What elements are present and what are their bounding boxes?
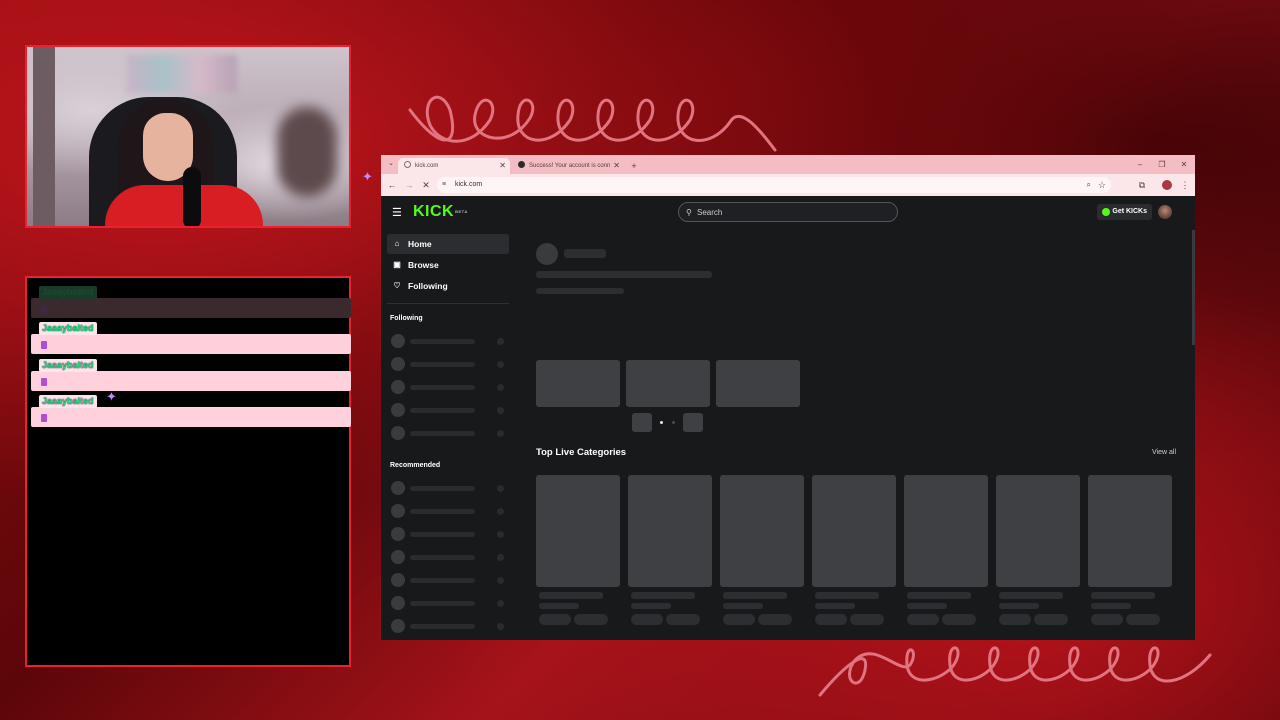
- search-input[interactable]: ⚲ Search: [678, 202, 898, 222]
- recommended-skeleton-row: [391, 550, 509, 564]
- site-info-icon[interactable]: ≡: [442, 181, 450, 189]
- recommended-skeleton-row: [391, 596, 509, 610]
- carousel-dot[interactable]: [672, 421, 675, 424]
- following-heading: Following: [390, 315, 423, 322]
- recommended-skeleton-row: [391, 504, 509, 518]
- sidebar: ⌂ Home ▣ Browse ♡ Following Following Re…: [381, 230, 513, 640]
- recommended-skeleton-row: [391, 573, 509, 587]
- following-skeleton-row: [391, 380, 509, 394]
- carousel-card-skeleton: [536, 360, 620, 407]
- featured-title-skeleton: [564, 249, 606, 258]
- webcam-feed: [25, 45, 351, 228]
- following-skeleton-row: [391, 357, 509, 371]
- sparkle-icon: ✦: [106, 389, 117, 404]
- tab-kick[interactable]: kick.com ✕: [398, 158, 510, 174]
- main-content: Top Live Categories View all: [536, 230, 1176, 640]
- kick-page: ☰ KICKBETA ⚲ Search Get KICKs ⌂ Home ▣ B…: [381, 196, 1195, 640]
- carousel-card-skeleton: [626, 360, 710, 407]
- top-live-categories-title: Top Live Categories: [536, 447, 627, 458]
- heart-icon: ♡: [393, 281, 401, 290]
- recommended-skeleton-row: [391, 527, 509, 541]
- carousel-card-skeleton: [716, 360, 800, 407]
- following-skeleton-row: [391, 403, 509, 417]
- user-avatar[interactable]: [1158, 205, 1172, 219]
- following-skeleton-row: [391, 334, 509, 348]
- carousel-next-button[interactable]: [683, 413, 703, 432]
- back-button[interactable]: ←: [386, 179, 398, 191]
- carousel-dot-active[interactable]: [660, 421, 663, 424]
- page-scrollbar[interactable]: [1192, 230, 1195, 345]
- recommended-heading: Recommended: [390, 462, 441, 469]
- featured-line-skeleton: [536, 288, 624, 294]
- tab-title: Success! Your account is conn: [529, 163, 611, 169]
- profile-avatar-icon[interactable]: [1162, 180, 1172, 190]
- home-icon: ⌂: [394, 239, 400, 248]
- chat-message: [31, 371, 351, 391]
- search-icon: ⚲: [686, 208, 692, 217]
- microphone: [183, 167, 201, 226]
- loading-icon: [404, 161, 411, 169]
- chat-username: Jaaaybaited: [39, 359, 97, 372]
- browse-icon: ▣: [393, 260, 401, 269]
- view-all-link[interactable]: View all: [1152, 448, 1176, 458]
- chat-overlay: Jaaaybaited Jaaaybaited Jaaaybaited Jaaa…: [25, 276, 351, 667]
- sparkle-icon: ✦: [362, 169, 373, 184]
- minimize-button[interactable]: –: [1130, 155, 1150, 174]
- menu-kebab-icon[interactable]: ⋮: [1179, 179, 1191, 191]
- chat-badge-icon: [41, 341, 47, 349]
- chat-username: Jaaaybaited: [39, 322, 97, 335]
- tab-close-icon[interactable]: ✕: [499, 158, 506, 174]
- kicks-coin-icon: [1102, 208, 1110, 216]
- carousel-prev-button[interactable]: [632, 413, 652, 432]
- new-tab-button[interactable]: +: [628, 158, 640, 174]
- kick-logo[interactable]: KICKBETA: [413, 203, 468, 221]
- sidebar-item-following[interactable]: ♡ Following: [387, 276, 509, 296]
- chat-badge-icon: [41, 414, 47, 422]
- hamburger-menu-icon[interactable]: ☰: [392, 206, 403, 220]
- chat-username: Jaaaybaited: [39, 395, 97, 408]
- restore-button[interactable]: ❐: [1152, 155, 1172, 174]
- forward-button[interactable]: →: [403, 179, 415, 191]
- bookmark-star-icon[interactable]: ☆: [1098, 177, 1106, 193]
- close-window-button[interactable]: ✕: [1174, 155, 1194, 174]
- featured-line-skeleton: [536, 271, 712, 278]
- recommended-skeleton-row: [391, 619, 509, 633]
- site-header: ☰ KICKBETA ⚲ Search Get KICKs: [381, 196, 1195, 230]
- url-text: kick.com: [455, 181, 483, 188]
- tab-title: kick.com: [415, 163, 439, 169]
- following-skeleton-row: [391, 426, 509, 440]
- webcam-door: [33, 47, 55, 226]
- webcam-blurred-object: [277, 107, 337, 197]
- ribbon-decoration-bottom: [818, 646, 1212, 697]
- chat-message: [31, 298, 351, 318]
- get-kicks-button[interactable]: Get KICKs: [1097, 204, 1152, 220]
- sidebar-divider: [387, 303, 509, 304]
- chat-username: Jaaaybaited: [39, 286, 97, 299]
- tab-bar: ⌄ kick.com ✕ Success! Your account is co…: [381, 155, 1195, 174]
- chat-badge-icon: [41, 305, 47, 313]
- sidebar-item-home[interactable]: ⌂ Home: [387, 234, 509, 254]
- chat-message: [31, 334, 351, 354]
- ribbon-decoration-top: [408, 95, 777, 152]
- url-field[interactable]: ≡ kick.com ⌕ ☆: [437, 177, 1111, 193]
- site-favicon-icon: [518, 161, 525, 169]
- search-placeholder: Search: [697, 208, 723, 217]
- browser-window: ⌄ kick.com ✕ Success! Your account is co…: [381, 155, 1195, 640]
- recommended-skeleton-row: [391, 481, 509, 495]
- zoom-icon[interactable]: ⌕: [1087, 177, 1091, 193]
- featured-avatar-skeleton: [536, 243, 558, 265]
- chat-badge-icon: [41, 378, 47, 386]
- tab-success[interactable]: Success! Your account is conn ✕: [512, 158, 624, 174]
- address-bar: ← → ✕ ≡ kick.com ⌕ ☆ ⧉ ⋮: [381, 174, 1195, 196]
- tab-search-icon[interactable]: ⌄: [385, 158, 397, 170]
- extensions-icon[interactable]: ⧉: [1136, 179, 1148, 191]
- chat-message: [31, 407, 351, 427]
- stop-button[interactable]: ✕: [420, 179, 432, 191]
- webcam-shelf: [127, 55, 237, 93]
- sidebar-item-browse[interactable]: ▣ Browse: [387, 255, 509, 275]
- tab-close-icon[interactable]: ✕: [613, 158, 620, 174]
